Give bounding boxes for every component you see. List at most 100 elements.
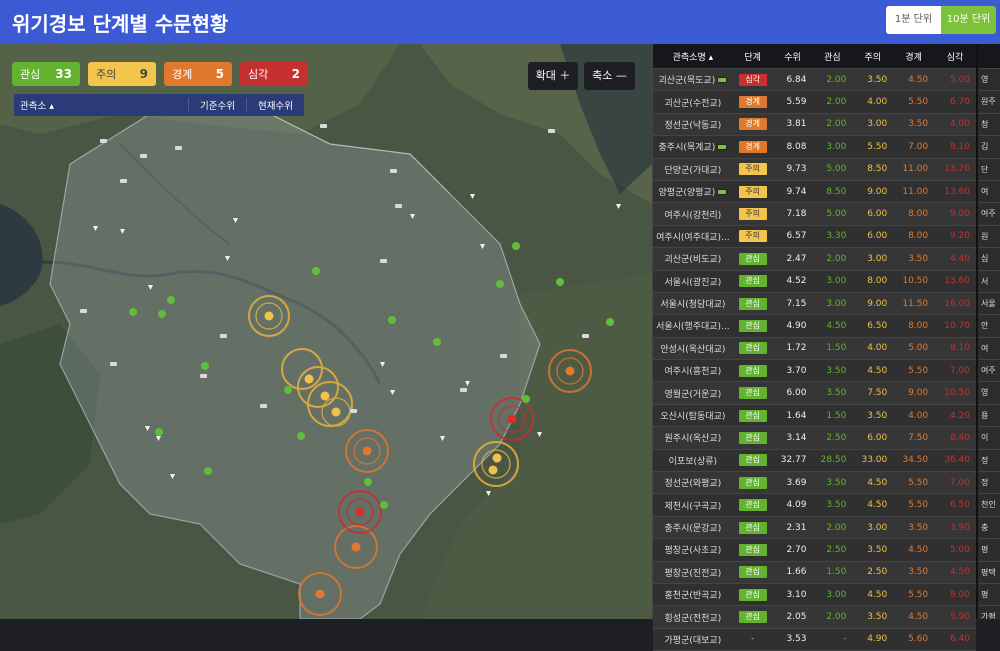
col-caution[interactable]: 주의 <box>852 50 893 63</box>
secondary-row[interactable]: 여 <box>978 338 1000 361</box>
summary-alert-badge[interactable]: 경계 5 <box>164 62 232 86</box>
table-row[interactable]: 서울시(행주대교)... 관심 4.90 4.50 6.50 8.00 10.70 <box>653 315 976 338</box>
secondary-row[interactable]: 충 <box>978 517 1000 540</box>
table-row[interactable]: 단양군(가대교) 주의 9.73 5.00 8.50 11.00 13.70 <box>653 158 976 181</box>
stage-badge: 심각 <box>738 73 767 86</box>
current-level-header[interactable]: 현재수위 <box>246 98 304 112</box>
stage-badge: 관심 <box>738 588 767 601</box>
stage-cell: 관심 <box>733 297 773 310</box>
alert-threshold-cell: 5.50 <box>908 97 929 108</box>
map-view[interactable]: 관심 33 주의 9 경계 5 심각 2 확대 ＋ 축소 — 관측소 ▴ 기준수… <box>0 44 652 619</box>
secondary-row[interactable]: 천인 <box>978 494 1000 517</box>
stage-cell: 관심 <box>733 431 773 444</box>
zoom-in-button[interactable]: 확대 ＋ <box>528 62 578 90</box>
table-row[interactable]: 홍천군(반곡교) 관심 3.10 3.00 4.50 5.50 8.00 <box>653 583 976 607</box>
table-row[interactable]: 괴산군(목도교) 심각 6.84 2.00 3.50 4.50 5.00 <box>653 69 976 92</box>
table-row[interactable]: 이포보(상류) 관심 32.77 28.50 33.00 34.50 36.40 <box>653 449 976 473</box>
sort-station-header[interactable]: 관측소 ▴ <box>14 98 188 112</box>
table-row[interactable]: 서울시(광진교) 관심 4.52 3.00 8.00 10.50 13.60 <box>653 270 976 293</box>
interest-threshold-cell: 2.00 <box>826 253 847 264</box>
camera-icon[interactable] <box>717 143 728 150</box>
level-cell: 7.15 <box>786 298 807 309</box>
table-row[interactable]: 원주시(옥산교) 관심 3.14 2.50 6.00 7.50 8.40 <box>653 427 976 450</box>
stage-badge: 관심 <box>738 543 767 556</box>
secondary-row[interactable]: 청 <box>978 114 1000 137</box>
secondary-row[interactable]: 이 <box>978 427 1000 450</box>
table-row[interactable]: 여주시(여주대교)... 주의 6.57 3.30 6.00 8.00 9.20 <box>653 225 976 249</box>
map-canvas[interactable] <box>0 44 652 619</box>
table-row[interactable]: 안성시(옥산대교) 관심 1.72 1.50 4.00 5.00 8.10 <box>653 337 976 361</box>
summary-caution-badge[interactable]: 주의 9 <box>88 62 156 86</box>
col-station-name[interactable]: 관측소명 ▴ <box>653 50 733 63</box>
secondary-row[interactable]: 여주 <box>978 360 1000 383</box>
col-stage[interactable]: 단계 <box>733 50 773 63</box>
table-row[interactable]: 정선군(낙동교) 경계 3.81 2.00 3.00 3.50 4.00 <box>653 113 976 137</box>
table-row[interactable]: 충주시(목계교) 경계 8.08 3.00 5.50 7.00 8.10 <box>653 136 976 159</box>
table-row[interactable]: 여주시(흥천교) 관심 3.70 3.50 4.50 5.50 7.00 <box>653 360 976 383</box>
station-name-cell: 횡성군(전천교) <box>653 611 733 624</box>
col-severe[interactable]: 심각 <box>934 50 976 63</box>
summary-interest-badge[interactable]: 관심 33 <box>12 62 80 86</box>
unit-1min-button[interactable]: 1분 단위 <box>886 6 941 34</box>
ref-level-header[interactable]: 기준수위 <box>188 98 246 112</box>
interest-threshold-cell: 3.50 <box>826 477 847 488</box>
table-row[interactable]: 여주시(강천리) 주의 7.18 5.00 6.00 8.00 9.00 <box>653 203 976 226</box>
station-name: 여주시(여주대교)... <box>656 232 730 243</box>
table-row[interactable]: 정선군(와평교) 관심 3.69 3.50 4.50 5.50 7.00 <box>653 472 976 495</box>
camera-icon[interactable] <box>717 188 728 195</box>
interest-threshold-cell: 8.50 <box>826 186 847 197</box>
secondary-row[interactable]: 원 <box>978 226 1000 249</box>
level-cell: 3.70 <box>786 365 807 376</box>
table-row[interactable]: 괴산군(수전교) 경계 5.59 2.00 4.00 5.50 6.70 <box>653 91 976 114</box>
caution-threshold-cell: 4.50 <box>867 477 888 488</box>
station-name: 정선군(낙동교) <box>664 120 722 131</box>
secondary-row[interactable]: 서울 <box>978 293 1000 316</box>
secondary-row[interactable]: 여 <box>978 181 1000 204</box>
table-row[interactable]: 충주시(문강교) 관심 2.31 2.00 3.00 3.50 3.90 <box>653 516 976 540</box>
station-name: 평창군(사초교) <box>664 546 722 557</box>
severe-threshold-cell: 7.00 <box>949 477 970 488</box>
camera-icon[interactable] <box>717 76 728 83</box>
secondary-row[interactable]: 용 <box>978 405 1000 428</box>
alert-threshold-cell: 5.60 <box>908 634 929 645</box>
stage-cell: 관심 <box>733 409 773 422</box>
secondary-row[interactable]: 정 <box>978 450 1000 473</box>
table-row[interactable]: 평창군(사초교) 관심 2.70 2.50 3.50 4.50 5.00 <box>653 539 976 562</box>
zoom-out-button[interactable]: 축소 — <box>584 62 635 90</box>
secondary-row[interactable]: 단 <box>978 159 1000 181</box>
secondary-row[interactable]: 평 <box>978 584 1000 607</box>
level-cell: 6.00 <box>786 388 807 399</box>
table-row[interactable]: 영월군(거운교) 관심 6.00 3.50 7.50 9.00 10.50 <box>653 382 976 405</box>
summary-severe-badge[interactable]: 심각 2 <box>240 62 308 86</box>
table-row[interactable]: 양평군(양평교) 주의 9.74 8.50 9.00 11.00 13.60 <box>653 180 976 204</box>
alert-threshold-cell: 8.00 <box>908 231 929 242</box>
secondary-row[interactable]: 영 <box>978 382 1000 405</box>
interest-threshold-cell: 2.00 <box>826 74 847 85</box>
table-row[interactable]: 괴산군(비도교) 관심 2.47 2.00 3.00 3.50 4.40 <box>653 248 976 271</box>
secondary-row[interactable]: 원주 <box>978 91 1000 114</box>
table-row[interactable]: 가평군(대보교) - 3.53 - 4.90 5.60 6.40 <box>653 628 976 651</box>
secondary-row[interactable]: 안 <box>978 315 1000 338</box>
secondary-row[interactable]: 영 <box>978 69 1000 92</box>
secondary-row[interactable]: 김 <box>978 136 1000 159</box>
secondary-row[interactable]: 서 <box>978 271 1000 293</box>
secondary-row[interactable]: 여주 <box>978 203 1000 226</box>
secondary-row[interactable]: 평택 <box>978 562 1000 584</box>
unit-10min-button[interactable]: 10분 단위 <box>941 6 996 34</box>
summary-count: 2 <box>291 67 300 81</box>
interest-threshold-cell: 3.30 <box>826 231 847 242</box>
secondary-row[interactable]: 심 <box>978 248 1000 271</box>
col-interest[interactable]: 관심 <box>813 50 853 63</box>
col-alert[interactable]: 경계 <box>893 50 934 63</box>
station-name: 정선군(와평교) <box>664 479 722 490</box>
secondary-row[interactable]: 가평 <box>978 606 1000 619</box>
table-row[interactable]: 제천시(구곡교) 관심 4.09 3.50 4.50 5.50 6.50 <box>653 494 976 517</box>
table-row[interactable]: 오산시(탑동대교) 관심 1.64 1.50 3.50 4.00 4.20 <box>653 404 976 428</box>
secondary-row[interactable]: 정 <box>978 472 1000 495</box>
secondary-row[interactable]: 평 <box>978 539 1000 562</box>
table-row[interactable]: 서울시(청담대교) 관심 7.15 3.00 9.00 11.50 16.00 <box>653 292 976 316</box>
table-row[interactable]: 횡성군(전천교) 관심 2.05 2.00 3.50 4.50 5.90 <box>653 606 976 629</box>
caution-threshold-cell: 8.00 <box>867 276 888 287</box>
table-row[interactable]: 평창군(진전교) 관심 1.66 1.50 2.50 3.50 4.50 <box>653 561 976 584</box>
col-level[interactable]: 수위 <box>773 50 813 63</box>
